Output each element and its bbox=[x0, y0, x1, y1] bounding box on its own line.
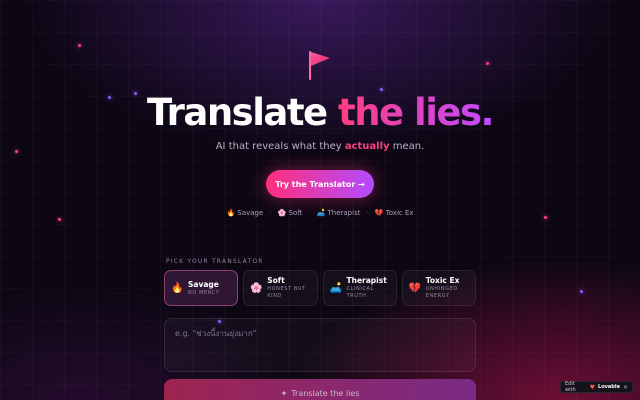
blossom-icon: 🌸 bbox=[277, 209, 287, 217]
card-desc: NO MERCY bbox=[188, 289, 220, 296]
picker-label: PICK YOUR TRANSLATOR bbox=[166, 258, 264, 265]
card-text: Soft HONEST BUT KIND bbox=[267, 276, 310, 300]
hero-title: Translate the lies. bbox=[0, 91, 640, 135]
translator-card-toxic-ex[interactable]: 💔 Toxic Ex UNHINGED ENERGY bbox=[401, 270, 476, 306]
broken-heart-icon: 💔 bbox=[374, 209, 384, 217]
separator: · bbox=[366, 209, 369, 217]
card-text: Therapist CLINICAL TRUTH bbox=[347, 276, 390, 300]
card-desc: UNHINGED ENERGY bbox=[425, 286, 458, 299]
sparkle-icon: ✦ bbox=[280, 389, 288, 398]
translate-button[interactable]: ✦ Translate the lies bbox=[164, 379, 476, 400]
flag-icon bbox=[306, 49, 334, 81]
lovable-logo-icon: ♥ bbox=[589, 383, 596, 391]
mode-soft: 🌸 Soft bbox=[278, 209, 303, 217]
card-name: Therapist bbox=[346, 276, 387, 285]
mode-toxic-ex: 💔 Toxic Ex bbox=[375, 209, 414, 217]
mode-label: Therapist bbox=[327, 209, 361, 217]
close-icon[interactable]: ✕ bbox=[623, 384, 628, 391]
star-dot bbox=[78, 44, 81, 47]
translate-button-label: Translate the lies bbox=[291, 389, 360, 398]
translator-card-therapist[interactable]: 🛋️ Therapist CLINICAL TRUTH bbox=[322, 270, 397, 306]
star-dot bbox=[486, 62, 489, 65]
subtitle-highlight: actually bbox=[344, 141, 390, 152]
hero-subtitle: AI that reveals what they actually mean. bbox=[0, 141, 640, 152]
subtitle-before: AI that reveals what they bbox=[215, 141, 342, 152]
mode-label: Soft bbox=[288, 209, 303, 217]
star-dot bbox=[580, 290, 583, 293]
card-text: Toxic Ex UNHINGED ENERGY bbox=[426, 276, 469, 300]
edit-with-lovable-badge[interactable]: Edit with ♥ Lovable ✕ bbox=[560, 381, 633, 393]
translator-card-soft[interactable]: 🌸 Soft HONEST BUT KIND bbox=[243, 270, 318, 306]
modes-row: 🔥 Savage · 🌸 Soft · 🛋️ Therapist · 💔 Tox… bbox=[0, 209, 640, 217]
card-desc: CLINICAL TRUTH bbox=[346, 286, 374, 299]
try-translator-button[interactable]: Try the Translator → bbox=[266, 170, 374, 198]
message-input[interactable] bbox=[164, 318, 476, 372]
mode-savage: 🔥 Savage bbox=[226, 209, 263, 217]
card-text: Savage NO MERCY bbox=[188, 280, 219, 297]
separator: · bbox=[269, 209, 272, 217]
card-name: Soft bbox=[267, 276, 285, 285]
fire-icon: 🔥 bbox=[226, 209, 236, 217]
mode-therapist: 🛋️ Therapist bbox=[317, 209, 361, 217]
broken-heart-icon: 💔 bbox=[408, 282, 422, 294]
blossom-icon: 🌸 bbox=[250, 282, 263, 294]
mode-label: Savage bbox=[237, 209, 264, 217]
card-desc: HONEST BUT KIND bbox=[267, 286, 306, 299]
card-name: Toxic Ex bbox=[425, 276, 460, 285]
hero-title-part1: Translate bbox=[146, 91, 328, 134]
star-dot bbox=[58, 218, 61, 221]
couch-icon: 🛋️ bbox=[316, 209, 326, 217]
translator-picker: 🔥 Savage NO MERCY 🌸 Soft HONEST BUT KIND… bbox=[164, 270, 476, 306]
separator: · bbox=[308, 209, 311, 217]
subtitle-after: mean. bbox=[392, 141, 425, 152]
mode-label: Toxic Ex bbox=[385, 209, 414, 217]
couch-icon: 🛋️ bbox=[329, 282, 342, 294]
badge-text: Edit with bbox=[565, 381, 576, 393]
fire-icon: 🔥 bbox=[171, 282, 184, 294]
card-name: Savage bbox=[188, 279, 219, 289]
badge-brand: Lovable bbox=[598, 384, 620, 390]
hero-title-part2: the lies. bbox=[338, 91, 495, 134]
translator-card-savage[interactable]: 🔥 Savage NO MERCY bbox=[164, 270, 239, 306]
